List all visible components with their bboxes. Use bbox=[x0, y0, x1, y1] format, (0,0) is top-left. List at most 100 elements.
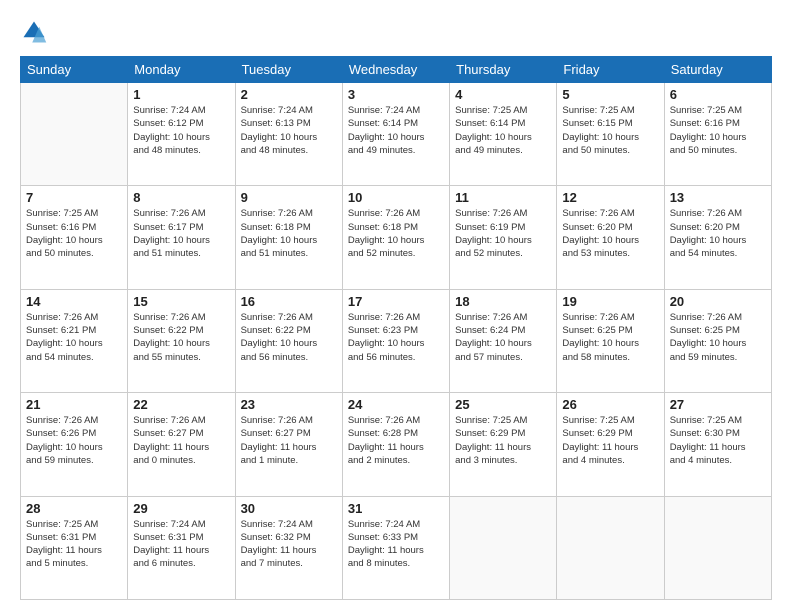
day-info: Sunrise: 7:26 AMSunset: 6:17 PMDaylight:… bbox=[133, 207, 229, 260]
calendar-cell: 17 Sunrise: 7:26 AMSunset: 6:23 PMDayligh… bbox=[342, 289, 449, 392]
weekday-header: Sunday bbox=[21, 57, 128, 83]
day-info: Sunrise: 7:24 AMSunset: 6:31 PMDaylight:… bbox=[133, 518, 229, 571]
calendar-cell: 23Sunrise: 7:26 AMSunset: 6:27 PMDayligh… bbox=[235, 393, 342, 496]
day-info: Sunrise: 7:25 AMSunset: 6:29 PMDaylight:… bbox=[562, 414, 658, 467]
day-info: Sunrise: 7:26 AMSunset: 6:20 PMDaylight:… bbox=[562, 207, 658, 260]
day-info: Sunrise: 7:25 AMSunset: 6:16 PMDaylight:… bbox=[26, 207, 122, 260]
weekday-header: Saturday bbox=[664, 57, 771, 83]
day-info: Sunrise: 7:26 AMSunset: 6:27 PMDaylight:… bbox=[241, 414, 337, 467]
day-info: Sunrise: 7:24 AMSunset: 6:33 PMDaylight:… bbox=[348, 518, 444, 571]
calendar-cell: 21 Sunrise: 7:26 AMSunset: 6:26 PMDayligh… bbox=[21, 393, 128, 496]
calendar-cell: 19 Sunrise: 7:26 AMSunset: 6:25 PMDayligh… bbox=[557, 289, 664, 392]
page: SundayMondayTuesdayWednesdayThursdayFrid… bbox=[0, 0, 792, 612]
calendar-cell: 6 Sunrise: 7:25 AMSunset: 6:16 PMDaylight… bbox=[664, 83, 771, 186]
day-info: Sunrise: 7:26 AMSunset: 6:23 PMDaylight:… bbox=[348, 311, 444, 364]
day-info: Sunrise: 7:25 AMSunset: 6:29 PMDaylight:… bbox=[455, 414, 551, 467]
day-number: 29 bbox=[133, 501, 229, 516]
calendar-cell: 2Sunrise: 7:24 AMSunset: 6:13 PMDaylight… bbox=[235, 83, 342, 186]
calendar-cell: 3 Sunrise: 7:24 AMSunset: 6:14 PMDaylight… bbox=[342, 83, 449, 186]
day-number: 30 bbox=[241, 501, 337, 516]
day-number: 16 bbox=[241, 294, 337, 309]
calendar-cell: 9 Sunrise: 7:26 AMSunset: 6:18 PMDaylight… bbox=[235, 186, 342, 289]
calendar-cell: 29 Sunrise: 7:24 AMSunset: 6:31 PMDayligh… bbox=[128, 496, 235, 599]
day-number: 27 bbox=[670, 397, 766, 412]
day-info: Sunrise: 7:26 AMSunset: 6:28 PMDaylight:… bbox=[348, 414, 444, 467]
day-number: 14 bbox=[26, 294, 122, 309]
logo-icon bbox=[20, 18, 48, 46]
calendar-week-row: 7Sunrise: 7:25 AMSunset: 6:16 PMDaylight… bbox=[21, 186, 772, 289]
calendar-week-row: 14 Sunrise: 7:26 AMSunset: 6:21 PMDayligh… bbox=[21, 289, 772, 392]
day-number: 2 bbox=[241, 87, 337, 102]
day-number: 26 bbox=[562, 397, 658, 412]
calendar-cell: 11Sunrise: 7:26 AMSunset: 6:19 PMDayligh… bbox=[450, 186, 557, 289]
day-info: Sunrise: 7:26 AMSunset: 6:21 PMDaylight:… bbox=[26, 311, 122, 364]
calendar-week-row: 1Sunrise: 7:24 AMSunset: 6:12 PMDaylight… bbox=[21, 83, 772, 186]
day-number: 6 bbox=[670, 87, 766, 102]
calendar-cell: 15 Sunrise: 7:26 AMSunset: 6:22 PMDayligh… bbox=[128, 289, 235, 392]
day-number: 18 bbox=[455, 294, 551, 309]
header bbox=[20, 18, 772, 46]
day-number: 8 bbox=[133, 190, 229, 205]
calendar-cell: 4 Sunrise: 7:25 AMSunset: 6:14 PMDaylight… bbox=[450, 83, 557, 186]
weekday-header: Thursday bbox=[450, 57, 557, 83]
day-number: 5 bbox=[562, 87, 658, 102]
calendar-cell bbox=[557, 496, 664, 599]
calendar-table: SundayMondayTuesdayWednesdayThursdayFrid… bbox=[20, 56, 772, 600]
day-number: 24 bbox=[348, 397, 444, 412]
calendar-cell: 14 Sunrise: 7:26 AMSunset: 6:21 PMDayligh… bbox=[21, 289, 128, 392]
day-info: Sunrise: 7:24 AMSunset: 6:14 PMDaylight:… bbox=[348, 104, 444, 157]
day-number: 10 bbox=[348, 190, 444, 205]
calendar-cell: 13 Sunrise: 7:26 AMSunset: 6:20 PMDayligh… bbox=[664, 186, 771, 289]
calendar-cell: 22 Sunrise: 7:26 AMSunset: 6:27 PMDayligh… bbox=[128, 393, 235, 496]
calendar-cell: 28Sunrise: 7:25 AMSunset: 6:31 PMDayligh… bbox=[21, 496, 128, 599]
calendar-cell: 20 Sunrise: 7:26 AMSunset: 6:25 PMDayligh… bbox=[664, 289, 771, 392]
weekday-header: Tuesday bbox=[235, 57, 342, 83]
weekday-header: Monday bbox=[128, 57, 235, 83]
day-number: 1 bbox=[133, 87, 229, 102]
day-number: 15 bbox=[133, 294, 229, 309]
day-number: 21 bbox=[26, 397, 122, 412]
day-info: Sunrise: 7:26 AMSunset: 6:26 PMDaylight:… bbox=[26, 414, 122, 467]
day-number: 11 bbox=[455, 190, 551, 205]
day-info: Sunrise: 7:26 AMSunset: 6:18 PMDaylight:… bbox=[348, 207, 444, 260]
day-info: Sunrise: 7:26 AMSunset: 6:25 PMDaylight:… bbox=[562, 311, 658, 364]
calendar-cell bbox=[21, 83, 128, 186]
calendar-cell bbox=[450, 496, 557, 599]
day-info: Sunrise: 7:24 AMSunset: 6:32 PMDaylight:… bbox=[241, 518, 337, 571]
day-info: Sunrise: 7:26 AMSunset: 6:22 PMDaylight:… bbox=[133, 311, 229, 364]
day-number: 28 bbox=[26, 501, 122, 516]
calendar-cell: 1Sunrise: 7:24 AMSunset: 6:12 PMDaylight… bbox=[128, 83, 235, 186]
day-number: 17 bbox=[348, 294, 444, 309]
calendar: SundayMondayTuesdayWednesdayThursdayFrid… bbox=[20, 56, 772, 600]
weekday-header: Wednesday bbox=[342, 57, 449, 83]
day-info: Sunrise: 7:25 AMSunset: 6:30 PMDaylight:… bbox=[670, 414, 766, 467]
day-number: 3 bbox=[348, 87, 444, 102]
calendar-cell: 8 Sunrise: 7:26 AMSunset: 6:17 PMDaylight… bbox=[128, 186, 235, 289]
calendar-cell: 5Sunrise: 7:25 AMSunset: 6:15 PMDaylight… bbox=[557, 83, 664, 186]
day-info: Sunrise: 7:25 AMSunset: 6:14 PMDaylight:… bbox=[455, 104, 551, 157]
calendar-cell: 25Sunrise: 7:25 AMSunset: 6:29 PMDayligh… bbox=[450, 393, 557, 496]
day-number: 20 bbox=[670, 294, 766, 309]
calendar-cell: 27 Sunrise: 7:25 AMSunset: 6:30 PMDayligh… bbox=[664, 393, 771, 496]
day-number: 13 bbox=[670, 190, 766, 205]
day-number: 31 bbox=[348, 501, 444, 516]
header-row: SundayMondayTuesdayWednesdayThursdayFrid… bbox=[21, 57, 772, 83]
day-number: 9 bbox=[241, 190, 337, 205]
logo bbox=[20, 18, 52, 46]
calendar-cell: 30 Sunrise: 7:24 AMSunset: 6:32 PMDayligh… bbox=[235, 496, 342, 599]
day-info: Sunrise: 7:26 AMSunset: 6:22 PMDaylight:… bbox=[241, 311, 337, 364]
day-info: Sunrise: 7:25 AMSunset: 6:16 PMDaylight:… bbox=[670, 104, 766, 157]
day-info: Sunrise: 7:26 AMSunset: 6:27 PMDaylight:… bbox=[133, 414, 229, 467]
day-number: 12 bbox=[562, 190, 658, 205]
calendar-cell: 10 Sunrise: 7:26 AMSunset: 6:18 PMDayligh… bbox=[342, 186, 449, 289]
calendar-cell: 7Sunrise: 7:25 AMSunset: 6:16 PMDaylight… bbox=[21, 186, 128, 289]
day-info: Sunrise: 7:26 AMSunset: 6:25 PMDaylight:… bbox=[670, 311, 766, 364]
day-number: 4 bbox=[455, 87, 551, 102]
day-info: Sunrise: 7:26 AMSunset: 6:20 PMDaylight:… bbox=[670, 207, 766, 260]
day-info: Sunrise: 7:26 AMSunset: 6:24 PMDaylight:… bbox=[455, 311, 551, 364]
day-number: 22 bbox=[133, 397, 229, 412]
day-number: 19 bbox=[562, 294, 658, 309]
day-info: Sunrise: 7:26 AMSunset: 6:18 PMDaylight:… bbox=[241, 207, 337, 260]
weekday-header: Friday bbox=[557, 57, 664, 83]
calendar-cell: 16 Sunrise: 7:26 AMSunset: 6:22 PMDayligh… bbox=[235, 289, 342, 392]
